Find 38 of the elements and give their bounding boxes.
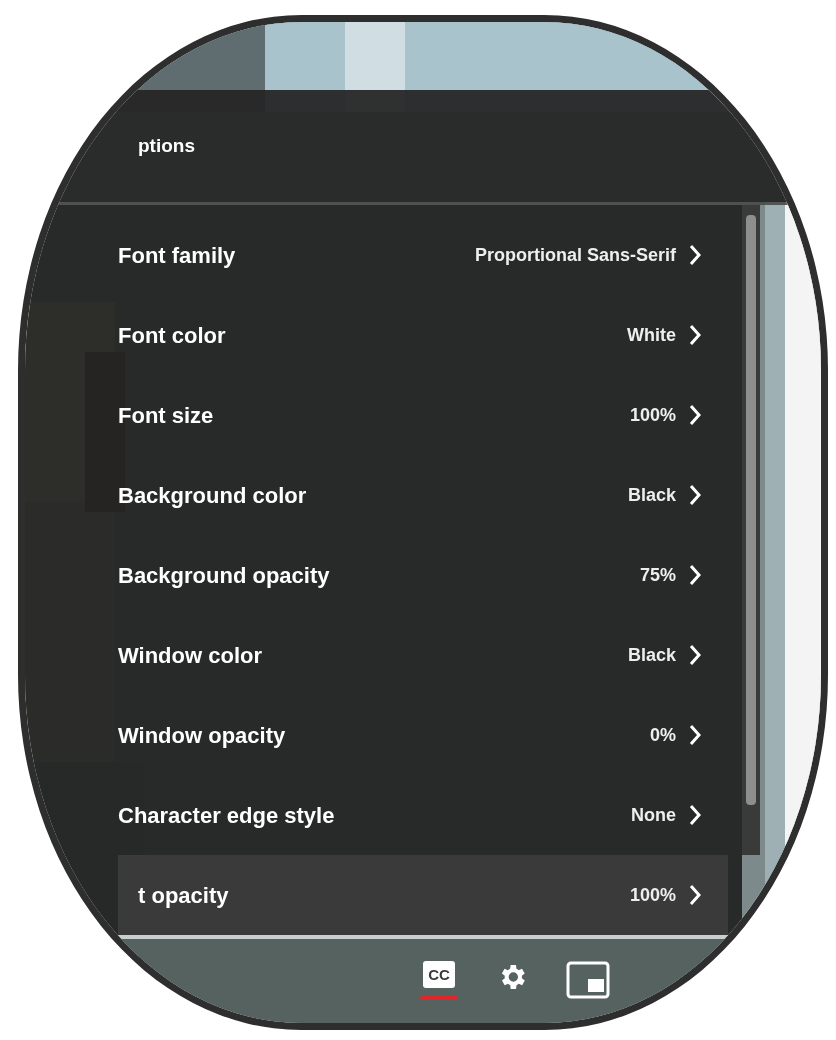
menu-item[interactable]: Background opacity 75% xyxy=(118,535,728,615)
option-value: 0% xyxy=(650,723,676,747)
option-value: Black xyxy=(627,643,676,667)
chevron-right-icon xyxy=(688,804,702,826)
menu-item[interactable]: Background color Black xyxy=(118,455,728,535)
chevron-right-icon xyxy=(688,644,702,666)
option-value: Proportional Sans-Serif xyxy=(474,243,676,267)
chevron-right-icon xyxy=(688,724,702,746)
option-label: Window opacity xyxy=(118,721,286,750)
option-label: Font family xyxy=(118,241,236,270)
option-value: 100% xyxy=(629,883,676,907)
menu-item[interactable]: Character edge style None xyxy=(118,775,728,855)
option-value: Black xyxy=(627,483,676,507)
chevron-right-icon xyxy=(688,404,702,426)
option-label: t opacity xyxy=(138,881,229,910)
option-label: Character edge style xyxy=(118,801,335,830)
option-label: Font size xyxy=(118,401,214,430)
option-value: White xyxy=(627,323,676,347)
chevron-right-icon xyxy=(688,884,702,906)
option-label: Background color xyxy=(118,481,307,510)
menu-item[interactable]: Window opacity 0% xyxy=(118,695,728,775)
option-value: 75% xyxy=(639,563,676,587)
option-label: Background opacity xyxy=(118,561,330,590)
chevron-right-icon xyxy=(688,564,702,586)
menu-title: ptions xyxy=(138,133,195,158)
menu-item[interactable]: Window color Black xyxy=(118,615,728,695)
chevron-right-icon xyxy=(688,324,702,346)
option-value: None xyxy=(631,803,676,827)
chevron-right-icon xyxy=(688,244,702,266)
option-label: Window color xyxy=(118,641,262,670)
chevron-right-icon xyxy=(688,484,702,506)
option-label: Font color xyxy=(118,321,226,350)
menu-item[interactable]: Font color White xyxy=(118,295,728,375)
option-value: 100% xyxy=(629,403,676,427)
menu-item[interactable]: Font size 100% xyxy=(118,375,728,455)
miniplayer-icon[interactable] xyxy=(566,961,610,999)
menu-item[interactable]: Font family Proportional Sans-Serif xyxy=(118,215,728,295)
menu-item[interactable]: t opacity 100% xyxy=(118,855,728,935)
